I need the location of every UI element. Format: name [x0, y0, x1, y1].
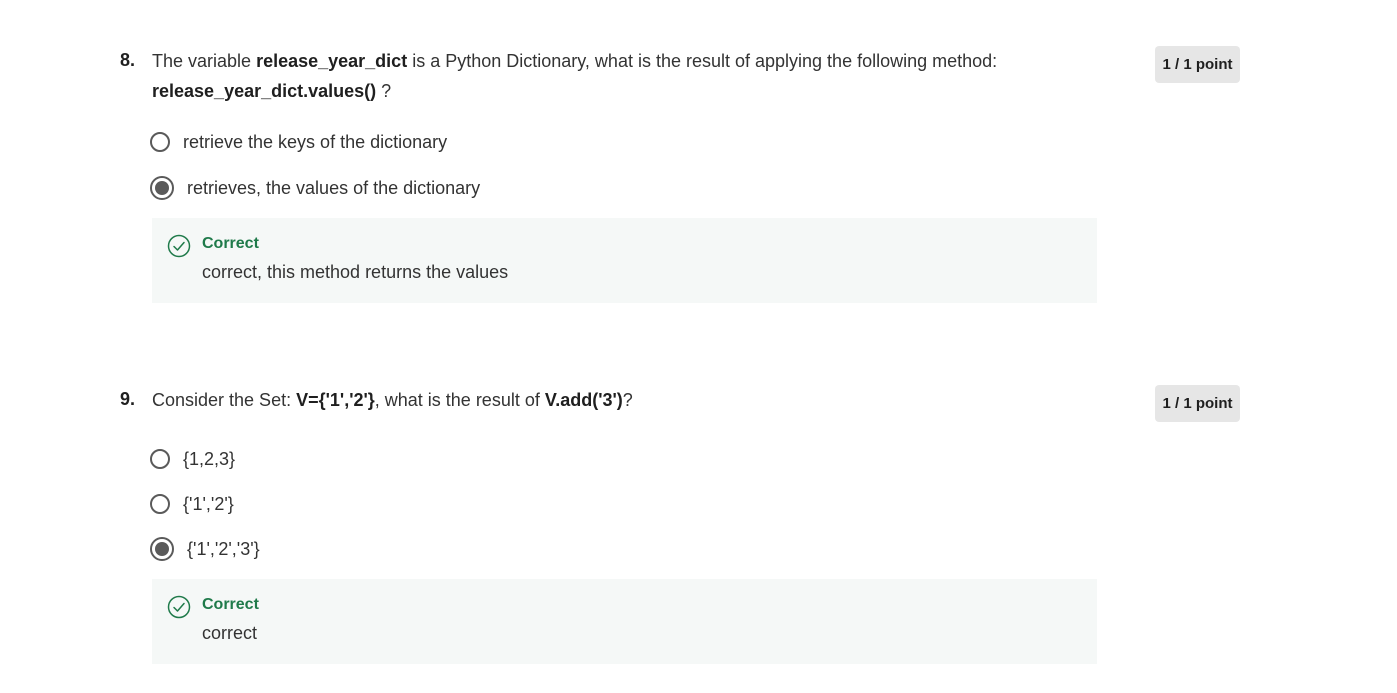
points-badge: 1 / 1 point	[1155, 385, 1240, 422]
radio-selected-icon[interactable]	[150, 537, 174, 561]
option-label: {'1','2'}	[183, 493, 234, 514]
feedback-panel: Correct correct	[152, 579, 1097, 664]
question-text-part: ?	[376, 81, 392, 101]
question-text-part: is a Python Dictionary, what is the resu…	[407, 51, 998, 71]
option-label: retrieve the keys of the dictionary	[183, 131, 448, 152]
answer-option[interactable]: retrieves, the values of the dictionary	[150, 174, 480, 202]
question-text-part: Consider the Set:	[152, 390, 297, 410]
question-code: release_year_dict	[256, 51, 408, 71]
question-number: 9.	[120, 389, 136, 409]
question-code: V.add('3')	[544, 390, 623, 410]
feedback-panel: Correct correct, this method returns the…	[152, 218, 1097, 303]
feedback-title: Correct	[202, 235, 259, 252]
radio-unselected-icon[interactable]	[150, 132, 170, 152]
question-code: release_year_dict.values()	[152, 81, 377, 101]
question-text: The variable release_year_dict is a Pyth…	[152, 46, 1072, 106]
feedback-title: Correct	[202, 596, 259, 613]
check-circle-icon	[167, 595, 191, 619]
answer-option[interactable]: retrieve the keys of the dictionary	[150, 128, 447, 156]
radio-unselected-icon[interactable]	[150, 449, 170, 469]
question-text: Consider the Set: V={'1','2'}, what is t…	[152, 385, 1072, 415]
points-badge: 1 / 1 point	[1155, 46, 1240, 83]
question-text-part: , what is the result of	[374, 390, 545, 410]
feedback-text: correct	[202, 623, 258, 643]
question-number: 8.	[120, 50, 136, 70]
option-label: retrieves, the values of the dictionary	[187, 177, 481, 198]
radio-unselected-icon[interactable]	[150, 494, 170, 514]
radio-selected-icon[interactable]	[150, 176, 174, 200]
check-circle-icon	[167, 234, 191, 258]
question-text-part: ?	[622, 390, 633, 410]
question-code: V={'1','2'}	[296, 390, 375, 410]
option-label: {1,2,3}	[183, 448, 236, 469]
question-text-part: The variable	[152, 51, 257, 71]
feedback-text: correct, this method returns the values	[202, 262, 509, 282]
option-label: {'1','2','3'}	[187, 538, 260, 559]
answer-option[interactable]: {'1','2','3'}	[150, 535, 260, 563]
answer-option[interactable]: {'1','2'}	[150, 490, 234, 518]
answer-option[interactable]: {1,2,3}	[150, 445, 235, 473]
